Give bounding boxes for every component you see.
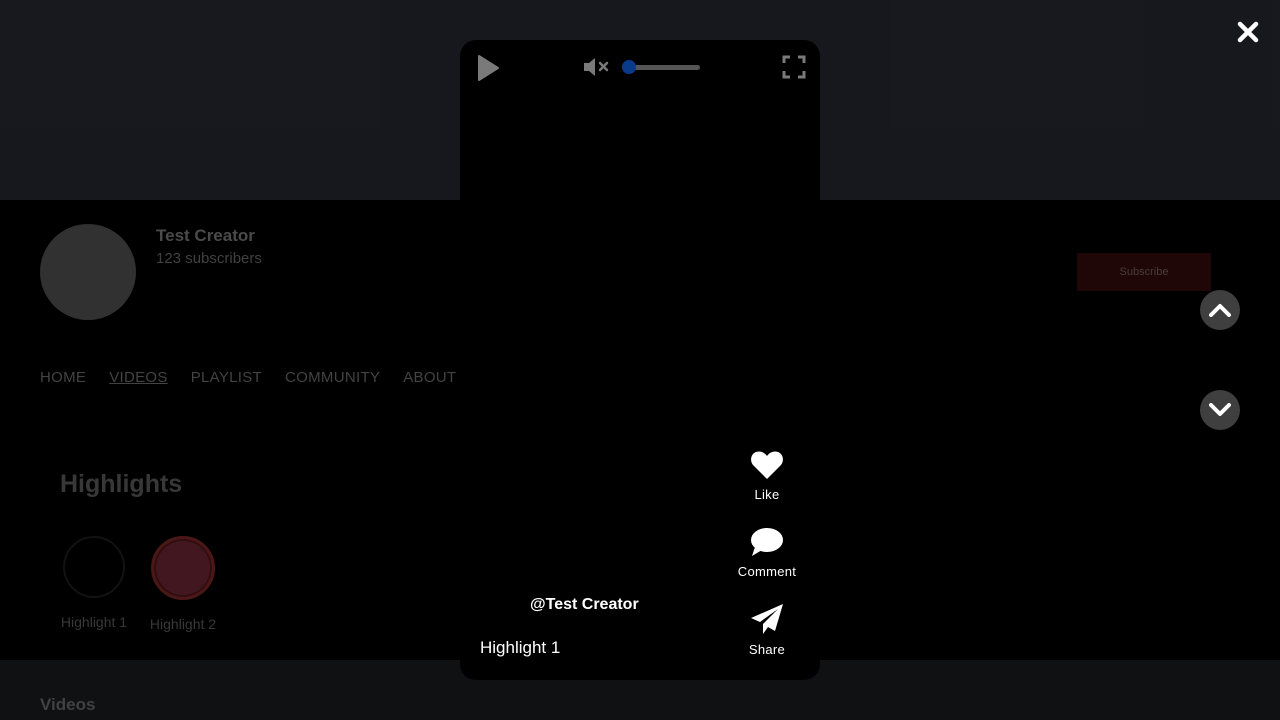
paper-plane-icon (751, 604, 783, 634)
highlight-player: Like Comment Share @Test Creator Highlig… (460, 40, 820, 680)
share-label: Share (748, 642, 786, 657)
comment-button[interactable]: Comment (722, 527, 812, 579)
volume-track (626, 65, 700, 70)
chevron-up-icon (1209, 304, 1231, 317)
play-icon (478, 55, 499, 81)
share-button[interactable]: Share (722, 603, 812, 657)
volume-slider[interactable] (622, 60, 700, 74)
chevron-down-icon (1209, 403, 1231, 416)
speech-bubble-icon (751, 528, 783, 556)
muted-speaker-icon (584, 58, 609, 76)
like-button[interactable]: Like (722, 450, 812, 502)
previous-button[interactable] (1200, 290, 1240, 330)
heart-icon (751, 451, 783, 479)
close-button[interactable] (1234, 18, 1262, 46)
mute-button[interactable] (583, 56, 611, 83)
close-icon (1237, 21, 1259, 43)
volume-handle[interactable] (622, 60, 636, 74)
play-button[interactable] (476, 54, 500, 87)
highlight-caption: Highlight 1 (480, 638, 561, 657)
comment-label: Comment (737, 564, 797, 579)
next-button[interactable] (1200, 390, 1240, 430)
fullscreen-button[interactable] (782, 55, 806, 84)
fullscreen-icon (782, 55, 806, 79)
creator-handle[interactable]: @Test Creator (530, 596, 639, 614)
like-label: Like (754, 487, 780, 502)
